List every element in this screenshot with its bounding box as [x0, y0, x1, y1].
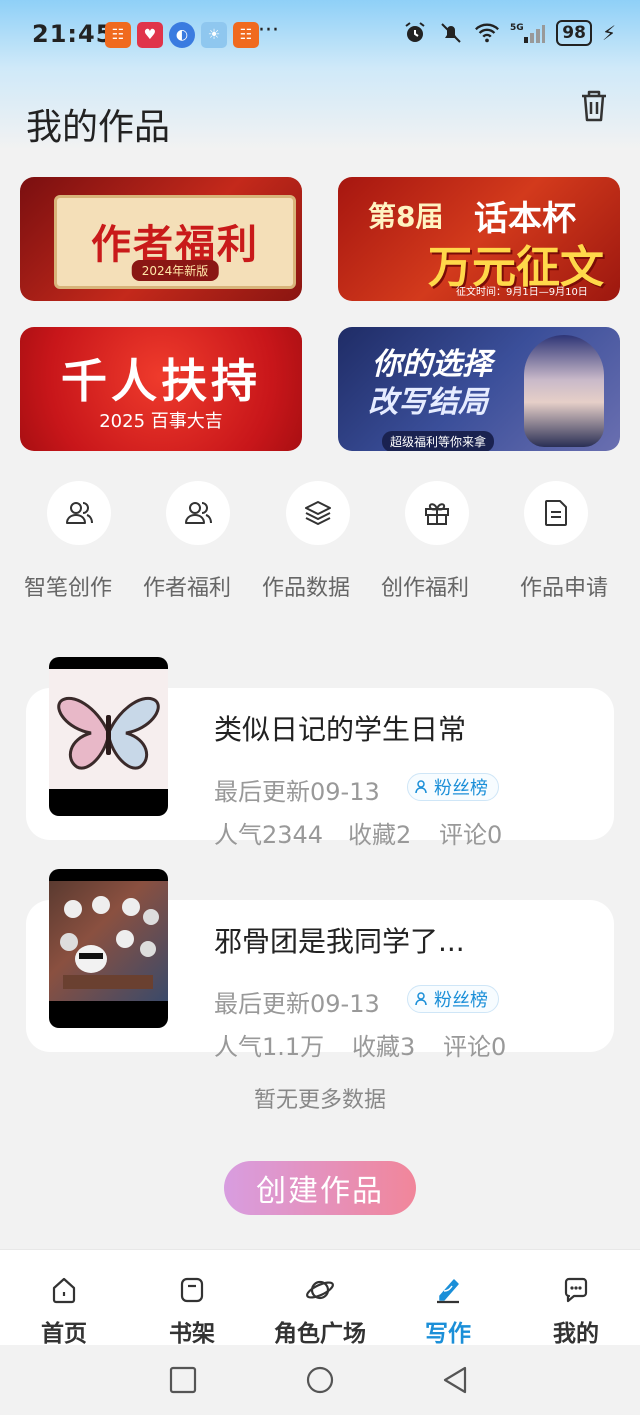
users-icon [185, 502, 212, 524]
banner-support-program[interactable]: 千人扶持 2025 百事大吉 [20, 327, 302, 451]
work-update-time: 最后更新09-13 [214, 990, 380, 1018]
nav-label: 写作 [425, 1321, 471, 1347]
nav-bookshelf[interactable]: 书架 [128, 1250, 256, 1347]
charging-icon: ⚡ [601, 21, 616, 45]
nav-label: 首页 [41, 1321, 87, 1347]
work-application-button[interactable] [524, 481, 588, 545]
app-notification-icon: ♥ [137, 22, 163, 48]
work-favorites: 收藏2 [348, 821, 412, 849]
nav-character-plaza[interactable]: 角色广场 [256, 1250, 384, 1347]
fans-rank-badge[interactable]: 粉丝榜 [407, 985, 499, 1013]
nav-profile[interactable]: 我的 [512, 1250, 640, 1347]
nav-home[interactable]: 首页 [0, 1250, 128, 1347]
work-cover[interactable] [49, 869, 168, 1028]
document-icon [545, 500, 567, 526]
svg-text:5G: 5G [510, 23, 524, 33]
layers-icon [305, 501, 331, 525]
fans-rank-badge[interactable]: 粉丝榜 [407, 773, 499, 801]
fans-rank-label: 粉丝榜 [434, 778, 488, 799]
banner-scroll: 作者福利 2024年新版 [54, 195, 296, 289]
users-icon [66, 502, 93, 524]
app-notification-icon: ☷ [105, 22, 131, 48]
status-time: 21:45 [32, 20, 114, 48]
wifi-icon [474, 20, 500, 46]
quick-link-label: 作品数据 [262, 576, 351, 601]
work-title[interactable]: 类似日记的学生日常 [214, 708, 466, 748]
status-bar: 21:45 ☷ ♥ ◐ ☀ ☷ ··· 5G 98 ⚡ [0, 0, 640, 70]
banner-line2: 改写结局 [368, 385, 488, 420]
creation-welfare-button[interactable] [405, 481, 469, 545]
planet-icon [306, 1280, 334, 1300]
chat-icon [564, 1277, 588, 1303]
work-popularity: 人气1.1万 [214, 1033, 325, 1061]
author-welfare-button[interactable] [166, 481, 230, 545]
work-popularity: 人气2344 [214, 821, 324, 849]
work-comments: 评论0 [439, 821, 503, 849]
quick-link-label: 创作福利 [381, 576, 470, 601]
banner-writing-contest[interactable]: 第8届 话本杯 万元征文 征文时间：9月1日—9月10日 [338, 177, 620, 301]
banner-choice-story[interactable]: 你的选择 改写结局 超级福利等你来拿 [338, 327, 620, 451]
bottom-nav: 首页 书架 角色广场 写作 我的 [0, 1249, 640, 1347]
more-notifications-icon: ··· [258, 18, 279, 43]
quick-link-label: 作者福利 [143, 576, 232, 601]
banner-prefix: 第8届 [368, 200, 444, 233]
home-icon [52, 1277, 76, 1304]
work-cover[interactable] [49, 657, 168, 816]
work-comments: 评论0 [443, 1033, 507, 1061]
write-icon [437, 1279, 459, 1304]
banner-author-welfare[interactable]: 作者福利 2024年新版 [20, 177, 302, 301]
butterfly-icon [57, 696, 160, 770]
smart-writing-button[interactable] [47, 481, 111, 545]
banner-subtitle: 2025 百事大吉 [99, 411, 223, 432]
list-end-text: 暂无更多数据 [253, 1088, 386, 1113]
back-icon[interactable] [440, 1365, 470, 1395]
fans-rank-label: 粉丝榜 [434, 990, 488, 1011]
banner-title: 千人扶持 [61, 354, 261, 408]
mute-icon [438, 20, 464, 46]
user-icon [415, 992, 427, 1006]
trash-icon[interactable] [574, 86, 614, 126]
nav-label: 我的 [553, 1321, 599, 1347]
page-title: 我的作品 [26, 107, 171, 148]
nav-label: 书架 [169, 1321, 215, 1347]
app-notification-icon: ◐ [169, 22, 195, 48]
gift-icon [425, 503, 449, 525]
skeleton-group-illustration [60, 896, 159, 989]
nav-label: 角色广场 [274, 1321, 366, 1347]
weather-icon: ☀ [201, 22, 227, 48]
work-data-button[interactable] [286, 481, 350, 545]
work-update-time: 最后更新09-13 [214, 778, 380, 806]
home-button-icon[interactable] [305, 1365, 335, 1395]
banner-footnote: 征文时间：9月1日—9月10日 [456, 287, 588, 298]
signal-icon: 5G [510, 20, 546, 46]
quick-link-label: 作品申请 [520, 576, 609, 601]
recent-apps-icon[interactable] [168, 1365, 198, 1395]
banner-subtitle: 2024年新版 [131, 260, 219, 281]
user-icon [415, 780, 427, 794]
quick-link-label: 智笔创作 [24, 576, 113, 601]
battery-indicator: 98 [556, 20, 592, 46]
work-favorites: 收藏3 [352, 1033, 416, 1061]
banner-tag: 超级福利等你来拿 [382, 431, 495, 451]
system-navigation-bar [0, 1345, 640, 1415]
bookshelf-icon [180, 1277, 204, 1303]
notification-icons: ☷ ♥ ◐ ☀ ☷ [105, 22, 259, 48]
work-title[interactable]: 邪骨团是我同学了... [214, 920, 465, 960]
character-illustration [524, 335, 604, 447]
nav-writing[interactable]: 写作 [384, 1250, 512, 1347]
app-notification-icon: ☷ [233, 22, 259, 48]
alarm-icon [402, 20, 428, 46]
create-work-button[interactable]: 创建作品 [224, 1161, 416, 1215]
